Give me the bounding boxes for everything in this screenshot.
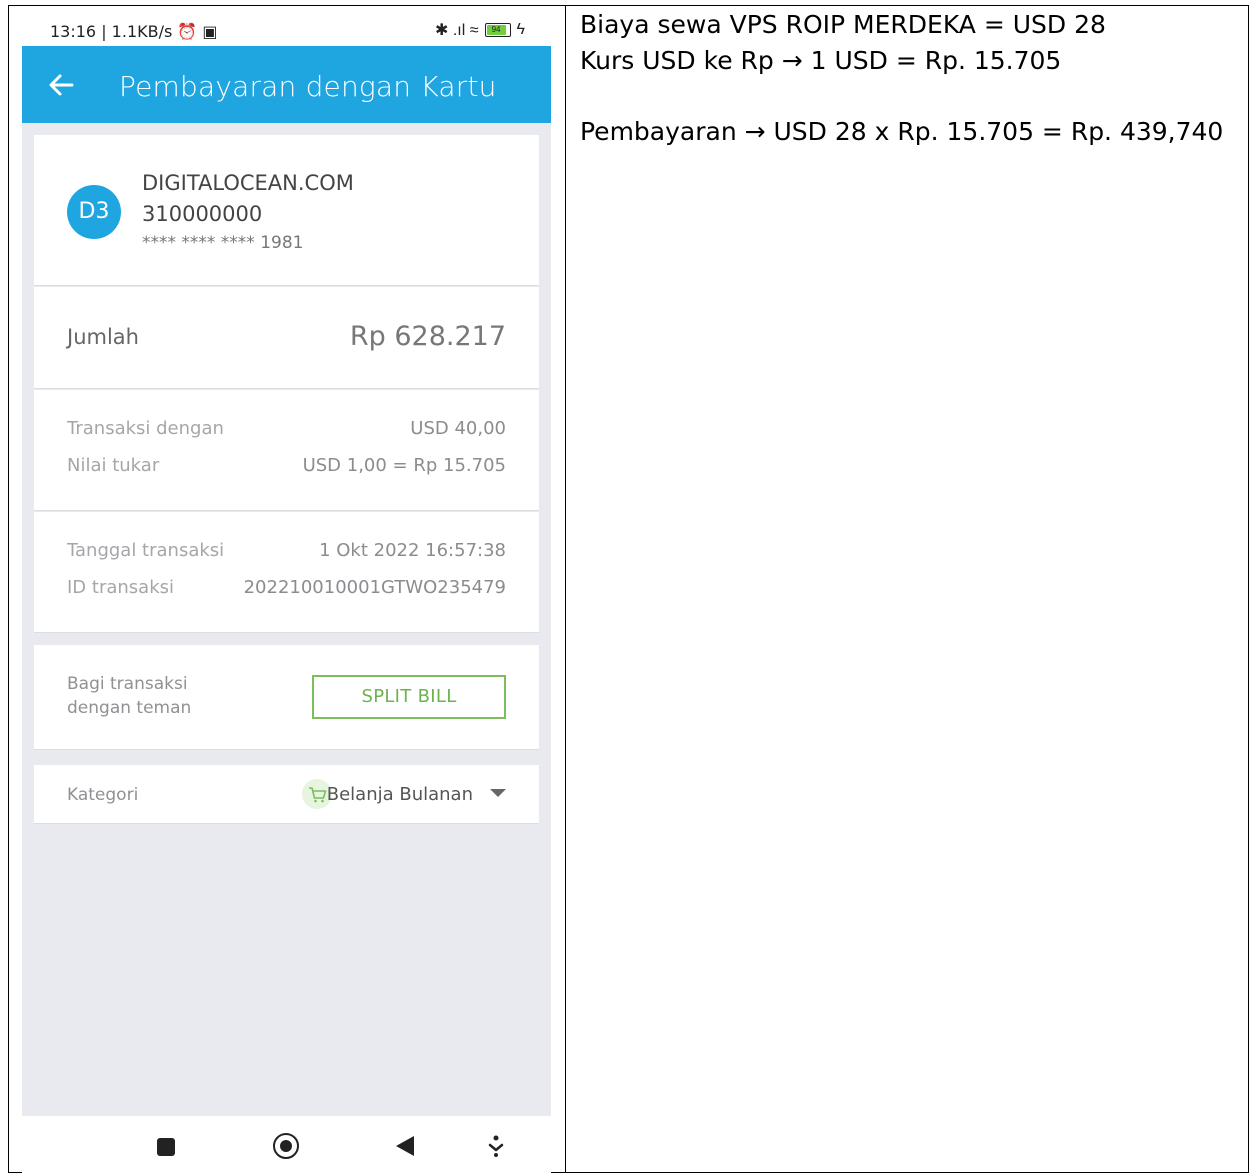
page-title: Pembayaran dengan Kartu bbox=[119, 70, 497, 103]
dropdown-caret-icon[interactable] bbox=[490, 789, 506, 797]
masked-card-number: **** **** **** 1981 bbox=[142, 233, 304, 253]
note-line-rent: Biaya sewa VPS ROIP MERDEKA = USD 28 bbox=[580, 10, 1106, 39]
amount-value: Rp 628.217 bbox=[349, 321, 506, 352]
date-label: Tanggal transaksi bbox=[67, 540, 225, 561]
currency-label: Transaksi dengan bbox=[67, 418, 224, 439]
rate-label: Nilai tukar bbox=[67, 455, 160, 476]
nav-back-button[interactable] bbox=[396, 1136, 414, 1156]
home-icon bbox=[280, 1140, 292, 1152]
status-icons: ✱ .ıl ≈ 94 ϟ bbox=[435, 20, 525, 40]
split-label-line2: dengan teman bbox=[67, 698, 192, 718]
rate-value: USD 1,00 = Rp 15.705 bbox=[302, 455, 506, 476]
charging-icon: ϟ bbox=[516, 21, 525, 38]
battery-icon: 94 bbox=[484, 23, 511, 37]
category-value: Belanja Bulanan bbox=[326, 784, 473, 805]
note-line-payment: Pembayaran → USD 28 x Rp. 15.705 = Rp. 4… bbox=[580, 117, 1224, 146]
battery-level: 94 bbox=[486, 25, 506, 35]
amount-card: Jumlah Rp 628.217 bbox=[34, 287, 539, 389]
merchant-card: D3 DIGITALOCEAN.COM 310000000 **** **** … bbox=[34, 135, 539, 286]
signal-icons: ✱ .ıl ≈ bbox=[435, 22, 479, 39]
note-line-rate: Kurs USD ke Rp → 1 USD = Rp. 15.705 bbox=[580, 46, 1062, 75]
status-time: 13:16 | 1.1KB/s ⏰ ▣ bbox=[50, 22, 218, 41]
date-value: 1 Okt 2022 16:57:38 bbox=[319, 540, 506, 561]
category-row[interactable]: Kategori Belanja Bulanan bbox=[34, 765, 539, 824]
currency-value: USD 40,00 bbox=[410, 418, 506, 439]
back-arrow-icon[interactable] bbox=[46, 70, 76, 100]
phone-screenshot: 13:16 | 1.1KB/s ⏰ ▣ ✱ .ıl ≈ 94 ϟ Pembaya… bbox=[22, 8, 551, 1173]
home-button[interactable] bbox=[273, 1133, 299, 1159]
recents-button[interactable] bbox=[157, 1138, 175, 1156]
transaction-card: Tanggal transaksi 1 Okt 2022 16:57:38 ID… bbox=[34, 512, 539, 633]
app-bar: Pembayaran dengan Kartu bbox=[22, 46, 551, 123]
table-column-divider bbox=[565, 5, 566, 1173]
id-value: 202210010001GTWO235479 bbox=[243, 577, 506, 598]
conversion-card: Transaksi dengan USD 40,00 Nilai tukar U… bbox=[34, 390, 539, 511]
assistant-icon[interactable] bbox=[488, 1133, 504, 1159]
category-label: Kategori bbox=[67, 785, 139, 805]
merchant-name: DIGITALOCEAN.COM bbox=[142, 171, 354, 195]
system-nav-bar bbox=[22, 1116, 551, 1173]
split-label-line1: Bagi transaksi bbox=[67, 674, 188, 694]
merchant-code: 310000000 bbox=[142, 202, 263, 226]
split-bill-button[interactable]: SPLIT BILL bbox=[312, 675, 506, 719]
merchant-avatar: D3 bbox=[67, 185, 121, 239]
split-bill-card: Bagi transaksi dengan teman SPLIT BILL bbox=[34, 645, 539, 750]
id-label: ID transaksi bbox=[67, 577, 174, 598]
amount-label: Jumlah bbox=[67, 325, 139, 349]
